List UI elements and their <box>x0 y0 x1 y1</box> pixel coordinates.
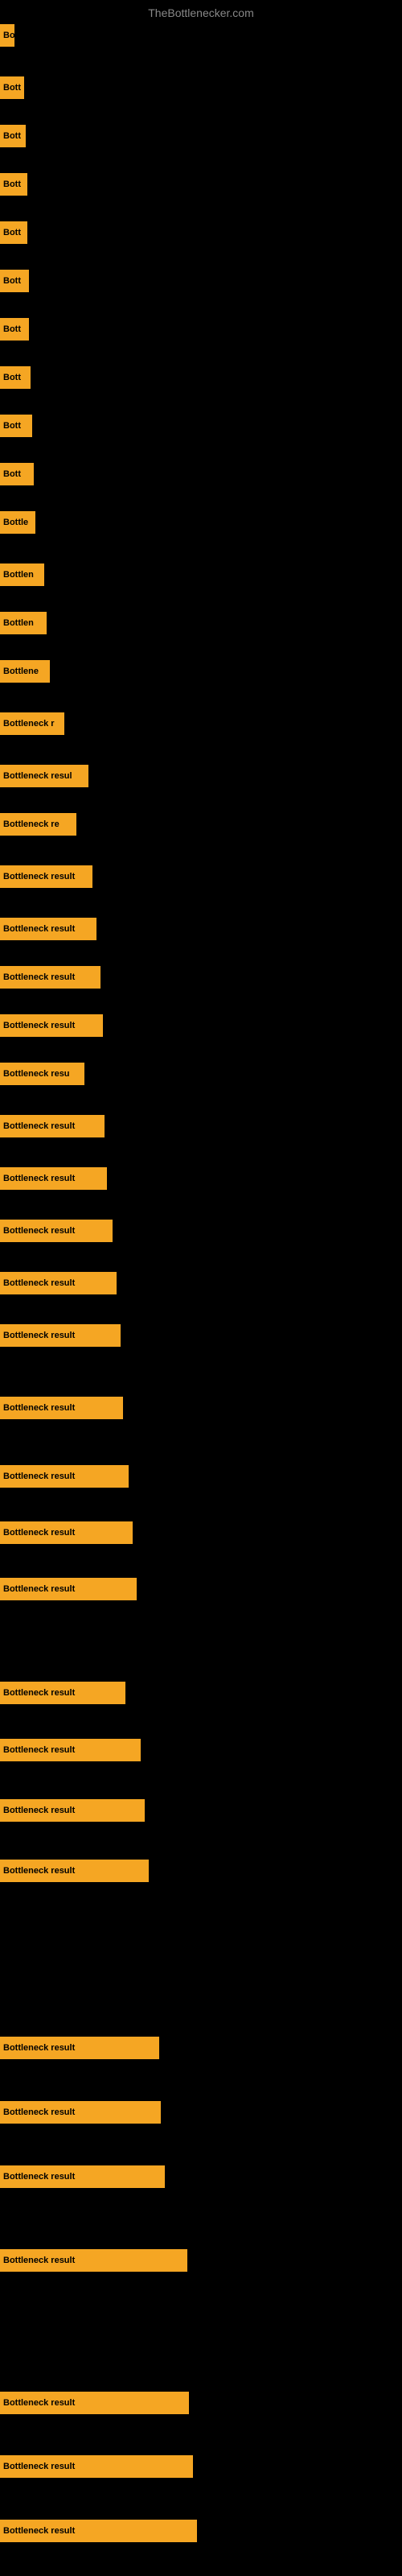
bar-item: Bottleneck result <box>0 1014 103 1037</box>
bar-item: Bottleneck result <box>0 1578 137 1600</box>
bar-item: Bottleneck result <box>0 865 92 888</box>
bar-item: Bottleneck result <box>0 2165 165 2188</box>
bar-row: Bottleneck re <box>0 813 76 836</box>
bar-row: Bottleneck result <box>0 1860 149 1882</box>
bar-row: Bo <box>0 24 14 47</box>
bar-item: Bottleneck result <box>0 1799 145 1822</box>
bar-row: Bottleneck result <box>0 1799 145 1822</box>
bar-row: Bottleneck result <box>0 2037 159 2059</box>
bar-item: Bottleneck re <box>0 813 76 836</box>
bar-row: Bottleneck result <box>0 2249 187 2272</box>
bar-row: Bottlen <box>0 612 47 634</box>
site-title: TheBottlenecker.com <box>0 0 402 23</box>
bar-row: Bott <box>0 366 31 389</box>
bar-item: Bott <box>0 221 27 244</box>
bar-item: Bottleneck result <box>0 2101 161 2124</box>
bar-item: Bottleneck result <box>0 1682 125 1704</box>
bar-item: Bottlen <box>0 564 44 586</box>
bar-item: Bottlen <box>0 612 47 634</box>
bar-item: Bottlene <box>0 660 50 683</box>
bar-row: Bottleneck result <box>0 1521 133 1544</box>
bar-row: Bott <box>0 173 27 196</box>
bar-item: Bottleneck result <box>0 2037 159 2059</box>
bar-item: Bottleneck result <box>0 1521 133 1544</box>
bar-row: Bottleneck r <box>0 712 64 735</box>
bar-row: Bottleneck result <box>0 2392 189 2414</box>
bar-item: Bottleneck resu <box>0 1063 84 1085</box>
bar-item: Bottleneck result <box>0 1739 141 1761</box>
bar-row: Bottleneck result <box>0 1115 105 1137</box>
bar-row: Bottleneck result <box>0 1465 129 1488</box>
bar-row: Bottleneck resu <box>0 1063 84 1085</box>
bar-row: Bott <box>0 125 26 147</box>
bar-row: Bottleneck result <box>0 918 96 940</box>
bar-row: Bottleneck result <box>0 2520 197 2542</box>
bar-row: Bottleneck result <box>0 2101 161 2124</box>
bar-item: Bottleneck result <box>0 2520 197 2542</box>
bar-item: Bottleneck result <box>0 1220 113 1242</box>
bar-item: Bottleneck r <box>0 712 64 735</box>
bar-item: Bottleneck result <box>0 1860 149 1882</box>
bar-row: Bottleneck result <box>0 1739 141 1761</box>
bar-row: Bottleneck result <box>0 1682 125 1704</box>
bar-row: Bottleneck result <box>0 1167 107 1190</box>
bar-row: Bott <box>0 270 29 292</box>
bar-row: Bottleneck result <box>0 2455 193 2478</box>
bar-row: Bottleneck result <box>0 1272 117 1294</box>
bar-item: Bottleneck result <box>0 2249 187 2272</box>
bar-row: Bott <box>0 76 24 99</box>
bar-item: Bott <box>0 125 26 147</box>
bar-row: Bottleneck result <box>0 966 100 989</box>
bar-item: Bottleneck result <box>0 1167 107 1190</box>
bar-row: Bott <box>0 415 32 437</box>
bar-item: Bott <box>0 366 31 389</box>
bar-item: Bott <box>0 270 29 292</box>
bar-item: Bottleneck result <box>0 1115 105 1137</box>
bar-row: Bottle <box>0 511 35 534</box>
bar-row: Bottleneck result <box>0 1324 121 1347</box>
bar-item: Bott <box>0 173 27 196</box>
bar-item: Bottleneck resul <box>0 765 88 787</box>
bar-item: Bottleneck result <box>0 2455 193 2478</box>
bar-row: Bott <box>0 463 34 485</box>
bar-row: Bottleneck result <box>0 865 92 888</box>
bar-row: Bottlene <box>0 660 50 683</box>
bar-row: Bottleneck result <box>0 1578 137 1600</box>
bar-item: Bott <box>0 463 34 485</box>
bar-row: Bottleneck resul <box>0 765 88 787</box>
bar-item: Bottleneck result <box>0 2392 189 2414</box>
bar-row: Bott <box>0 318 29 341</box>
bar-item: Bottleneck result <box>0 1465 129 1488</box>
bar-row: Bottleneck result <box>0 2165 165 2188</box>
bar-item: Bottleneck result <box>0 918 96 940</box>
bar-item: Bott <box>0 318 29 341</box>
bar-item: Bottleneck result <box>0 1272 117 1294</box>
bar-row: Bottleneck result <box>0 1220 113 1242</box>
bar-item: Bottleneck result <box>0 1324 121 1347</box>
bar-item: Bo <box>0 24 14 47</box>
bar-item: Bottle <box>0 511 35 534</box>
bar-item: Bottleneck result <box>0 966 100 989</box>
bar-row: Bottlen <box>0 564 44 586</box>
bar-item: Bott <box>0 415 32 437</box>
bar-row: Bott <box>0 221 27 244</box>
bar-row: Bottleneck result <box>0 1014 103 1037</box>
bar-row: Bottleneck result <box>0 1397 123 1419</box>
bar-item: Bottleneck result <box>0 1397 123 1419</box>
bars-container: Bo Bott Bott Bott Bott Bott Bott Bott Bott Bott Bo… <box>0 24 402 2576</box>
bar-item: Bott <box>0 76 24 99</box>
